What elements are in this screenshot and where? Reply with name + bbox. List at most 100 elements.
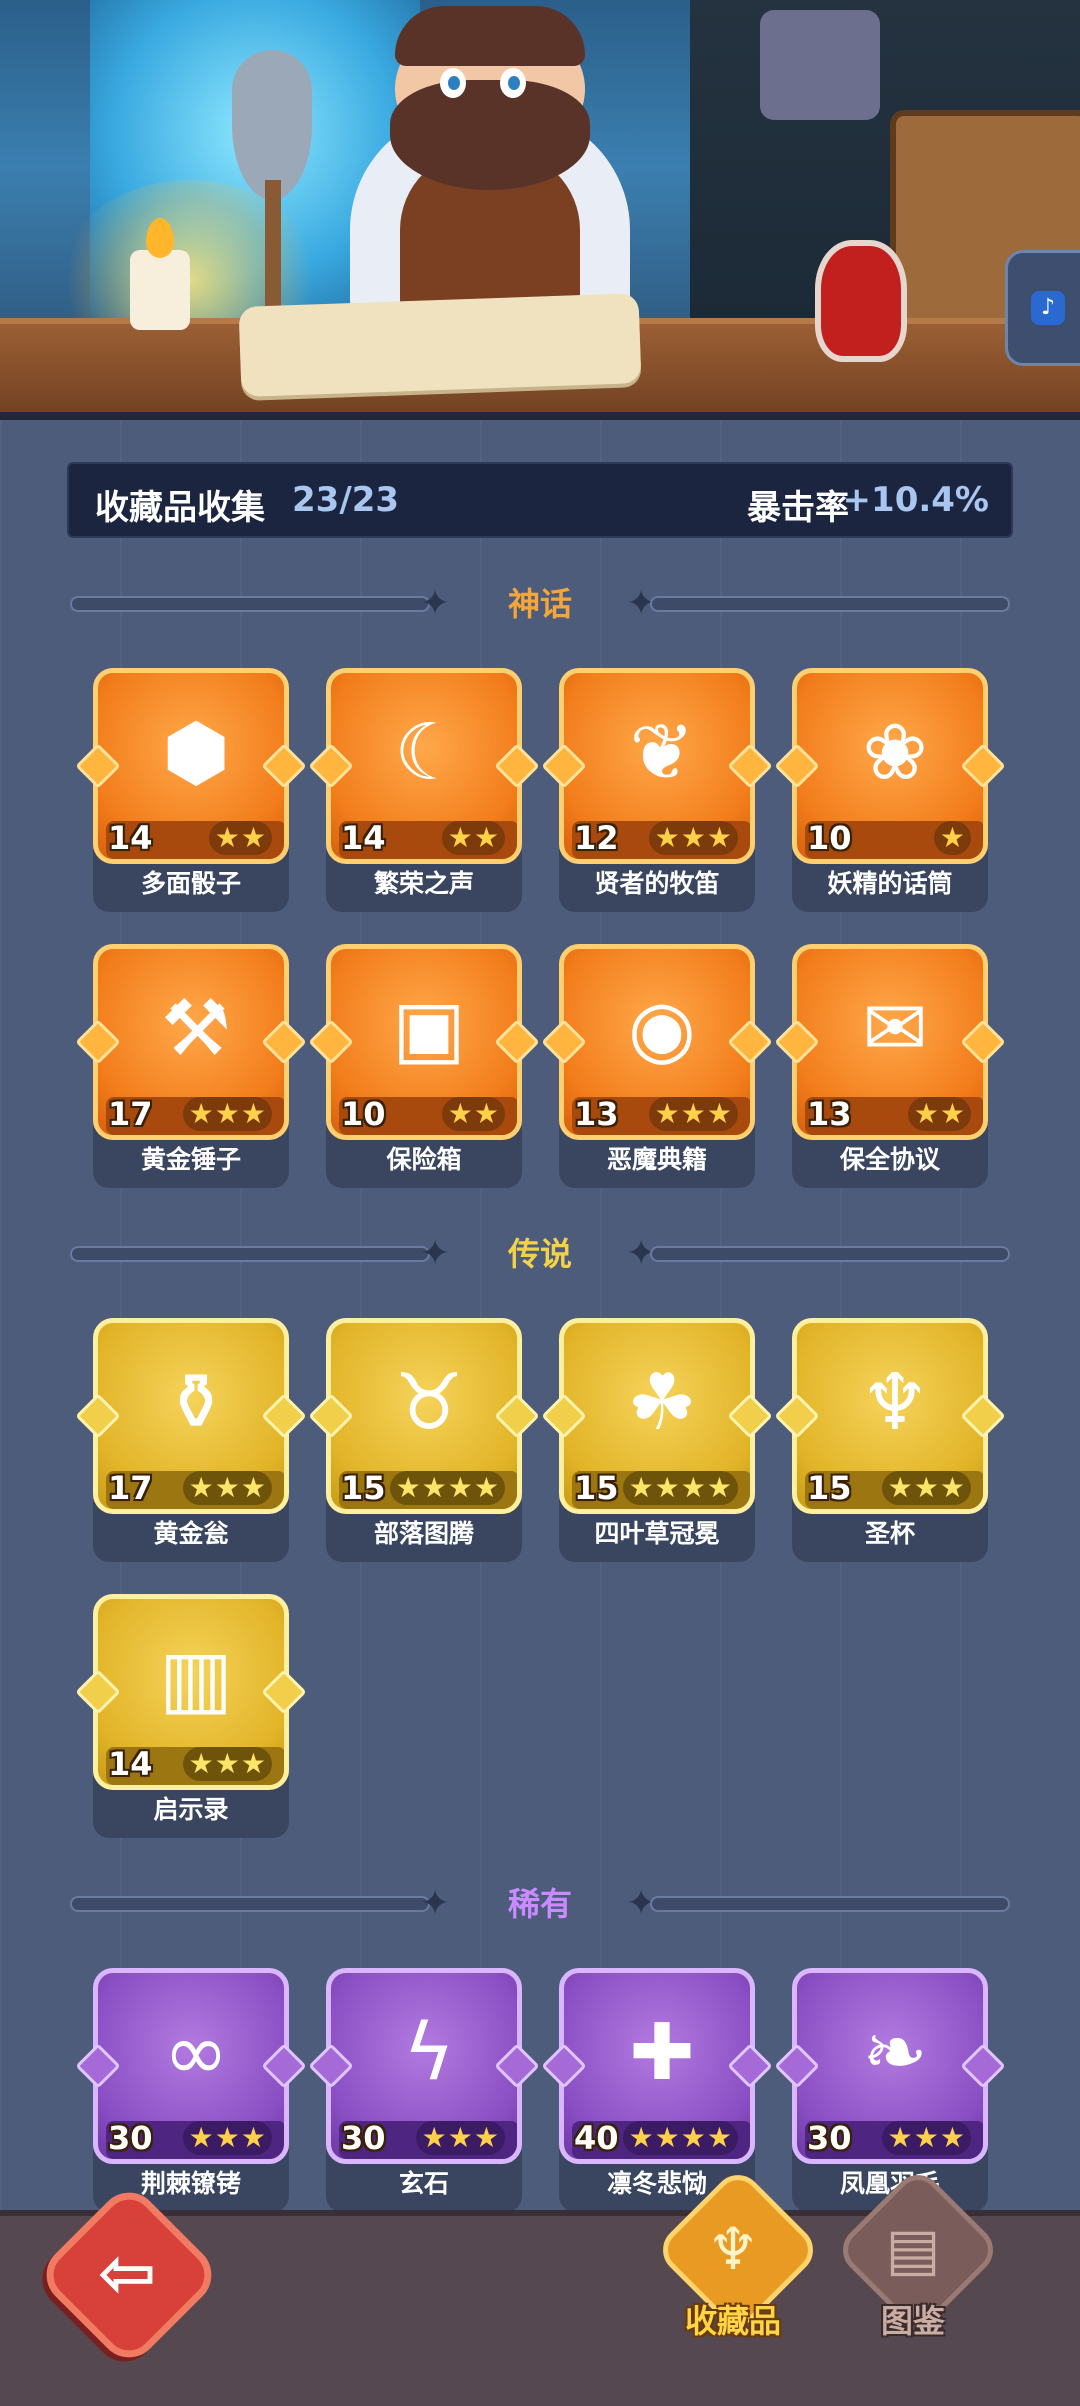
- item-stars: ★ ★ ★: [881, 1471, 971, 1505]
- collectible-card[interactable]: ✚ 40 ★ ★ ★ ★ 凛冬悲恸: [541, 1968, 773, 2212]
- collectible-card[interactable]: ▥ 14 ★ ★ ★ 启示录: [75, 1594, 307, 1838]
- collection-title: 收藏品收集: [95, 488, 265, 528]
- collectible-tile: ⚒ 17 ★ ★ ★: [93, 944, 289, 1140]
- collectible-card[interactable]: ♉ 15 ★ ★ ★ ★ 部落图腾: [308, 1318, 540, 1562]
- tab-collection[interactable]: ♆ 收藏品: [653, 2165, 823, 2350]
- thorn-shackles-icon: ∞: [163, 2008, 229, 2098]
- collectible-card[interactable]: ❀ 10 ★ 妖精的话筒: [774, 668, 1006, 912]
- section-label-rare: 稀有: [507, 1885, 572, 1923]
- star-icon: ★: [188, 2121, 214, 2154]
- treasure-map: [238, 293, 642, 397]
- star-icon: ★: [887, 2121, 913, 2154]
- collectible-tile: ❀ 10 ★: [792, 668, 988, 864]
- item-name: 保险箱: [386, 1145, 462, 1174]
- book-icon: ▤: [885, 2215, 941, 2283]
- contract-scroll-icon: ✉: [862, 984, 928, 1074]
- item-name: 部落图腾: [373, 1519, 474, 1548]
- collectible-card[interactable]: ∞ 30 ★ ★ ★ 荆棘镣铐: [75, 1968, 307, 2212]
- tab-codex-label: 图鉴: [880, 2302, 945, 2340]
- star-icon: ★: [240, 1097, 266, 1130]
- star-icon: ★: [654, 1471, 680, 1504]
- star-icon: ★: [447, 2121, 473, 2154]
- tribal-totem-icon: ♉: [394, 1358, 464, 1448]
- item-name: 玄石: [398, 2169, 449, 2198]
- star-icon: ★: [473, 1097, 499, 1130]
- star-icon: ★: [654, 1097, 680, 1130]
- merchant-eye: [500, 68, 526, 98]
- collectible-card[interactable]: ☘ 15 ★ ★ ★ ★ 四叶草冠冕: [541, 1318, 773, 1562]
- item-name: 妖精的话筒: [827, 869, 953, 898]
- star-icon: ★: [188, 1747, 214, 1780]
- star-icon: ★: [654, 2121, 680, 2154]
- star-icon: ★: [654, 821, 680, 854]
- star-icon: ★: [887, 1471, 913, 1504]
- section-label-legend: 传说: [507, 1235, 572, 1273]
- collection-summary-bar: 收藏品收集 23/23 暴击率 +10.4%: [67, 462, 1013, 538]
- collectible-tile: ▣ 10 ★ ★: [326, 944, 522, 1140]
- section-label-myth: 神话: [507, 585, 572, 623]
- collectible-card[interactable]: ◉ 13 ★ ★ ★ 恶魔典籍: [541, 944, 773, 1188]
- lightning-stone-icon: ϟ: [403, 2008, 455, 2098]
- star-icon: ★: [473, 1471, 499, 1504]
- item-stars: ★ ★ ★: [415, 2121, 505, 2155]
- frost-dagger-icon: ✚: [629, 2008, 695, 2098]
- item-stars: ★ ★: [907, 1097, 971, 1131]
- collectible-tile: ❦ 12 ★ ★ ★: [559, 668, 755, 864]
- item-level: 15: [341, 1469, 386, 1507]
- merchant-hair: [395, 6, 585, 66]
- merchant-beard: [390, 80, 590, 190]
- item-level: 17: [108, 1095, 153, 1133]
- item-name: 圣杯: [864, 1519, 915, 1548]
- collectible-card[interactable]: ϟ 30 ★ ★ ★ 玄石: [308, 1968, 540, 2212]
- demon-book-icon: ◉: [627, 984, 697, 1074]
- item-name: 恶魔典籍: [606, 1145, 707, 1174]
- sparkle-icon: ✦: [420, 1883, 451, 1924]
- item-level: 10: [807, 819, 852, 857]
- item-stars: ★ ★ ★ ★: [622, 2121, 738, 2155]
- collectible-card[interactable]: ⚱ 17 ★ ★ ★ 黄金瓮: [75, 1318, 307, 1562]
- star-icon: ★: [706, 821, 732, 854]
- collectible-card[interactable]: ❦ 12 ★ ★ ★ 贤者的牧笛: [541, 668, 773, 912]
- collectible-card[interactable]: ❧ 30 ★ ★ ★ 凤凰羽毛: [774, 1968, 1006, 2212]
- flute-icon: ❦: [629, 708, 695, 798]
- collectible-tile: ϟ 30 ★ ★ ★: [326, 1968, 522, 2164]
- side-widget-button[interactable]: ♪: [1005, 250, 1080, 366]
- item-stars: ★ ★ ★: [182, 1097, 272, 1131]
- treasure-chest-icon: ▣: [392, 984, 466, 1074]
- crit-rate-label: 暴击率: [747, 488, 849, 528]
- item-name: 多面骰子: [140, 869, 241, 898]
- star-icon: ★: [473, 2121, 499, 2154]
- item-name: 四叶草冠冕: [594, 1519, 720, 1548]
- collectible-card[interactable]: ▣ 10 ★ ★ 保险箱: [308, 944, 540, 1188]
- star-icon: ★: [188, 1097, 214, 1130]
- item-stars: ★ ★: [208, 821, 272, 855]
- star-icon: ★: [680, 1097, 706, 1130]
- collectible-tile: ∞ 30 ★ ★ ★: [93, 1968, 289, 2164]
- star-icon: ★: [214, 1747, 240, 1780]
- star-icon: ★: [240, 1471, 266, 1504]
- star-icon: ★: [680, 1471, 706, 1504]
- collectible-card[interactable]: ⚒ 17 ★ ★ ★ 黄金锤子: [75, 944, 307, 1188]
- item-level: 14: [341, 819, 386, 857]
- star-icon: ★: [395, 1471, 421, 1504]
- star-icon: ★: [628, 2121, 654, 2154]
- collectible-card[interactable]: ✉ 13 ★ ★ 保全协议: [774, 944, 1006, 1188]
- item-level: 17: [108, 1469, 153, 1507]
- item-name: 保全协议: [839, 1145, 940, 1174]
- collectible-card[interactable]: ⬢ 14 ★ ★ 多面骰子: [75, 668, 307, 912]
- item-stars: ★: [933, 821, 971, 855]
- star-icon: ★: [939, 1097, 965, 1130]
- tab-codex[interactable]: ▤ 图鉴: [833, 2165, 1003, 2350]
- merchant-eye: [440, 68, 466, 98]
- collectible-tile: ♆ 15 ★ ★ ★: [792, 1318, 988, 1514]
- star-icon: ★: [214, 1471, 240, 1504]
- collectible-card[interactable]: ☾ 14 ★ ★ 繁荣之声: [308, 668, 540, 912]
- star-icon: ★: [680, 2121, 706, 2154]
- item-stars: ★ ★ ★: [648, 821, 738, 855]
- collectible-tile: ☘ 15 ★ ★ ★ ★: [559, 1318, 755, 1514]
- d20-dice-icon: ⬢: [161, 708, 231, 798]
- sparkle-icon: ✦: [420, 1233, 451, 1274]
- star-icon: ★: [214, 821, 240, 854]
- collectible-card[interactable]: ♆ 15 ★ ★ ★ 圣杯: [774, 1318, 1006, 1562]
- star-icon: ★: [240, 821, 266, 854]
